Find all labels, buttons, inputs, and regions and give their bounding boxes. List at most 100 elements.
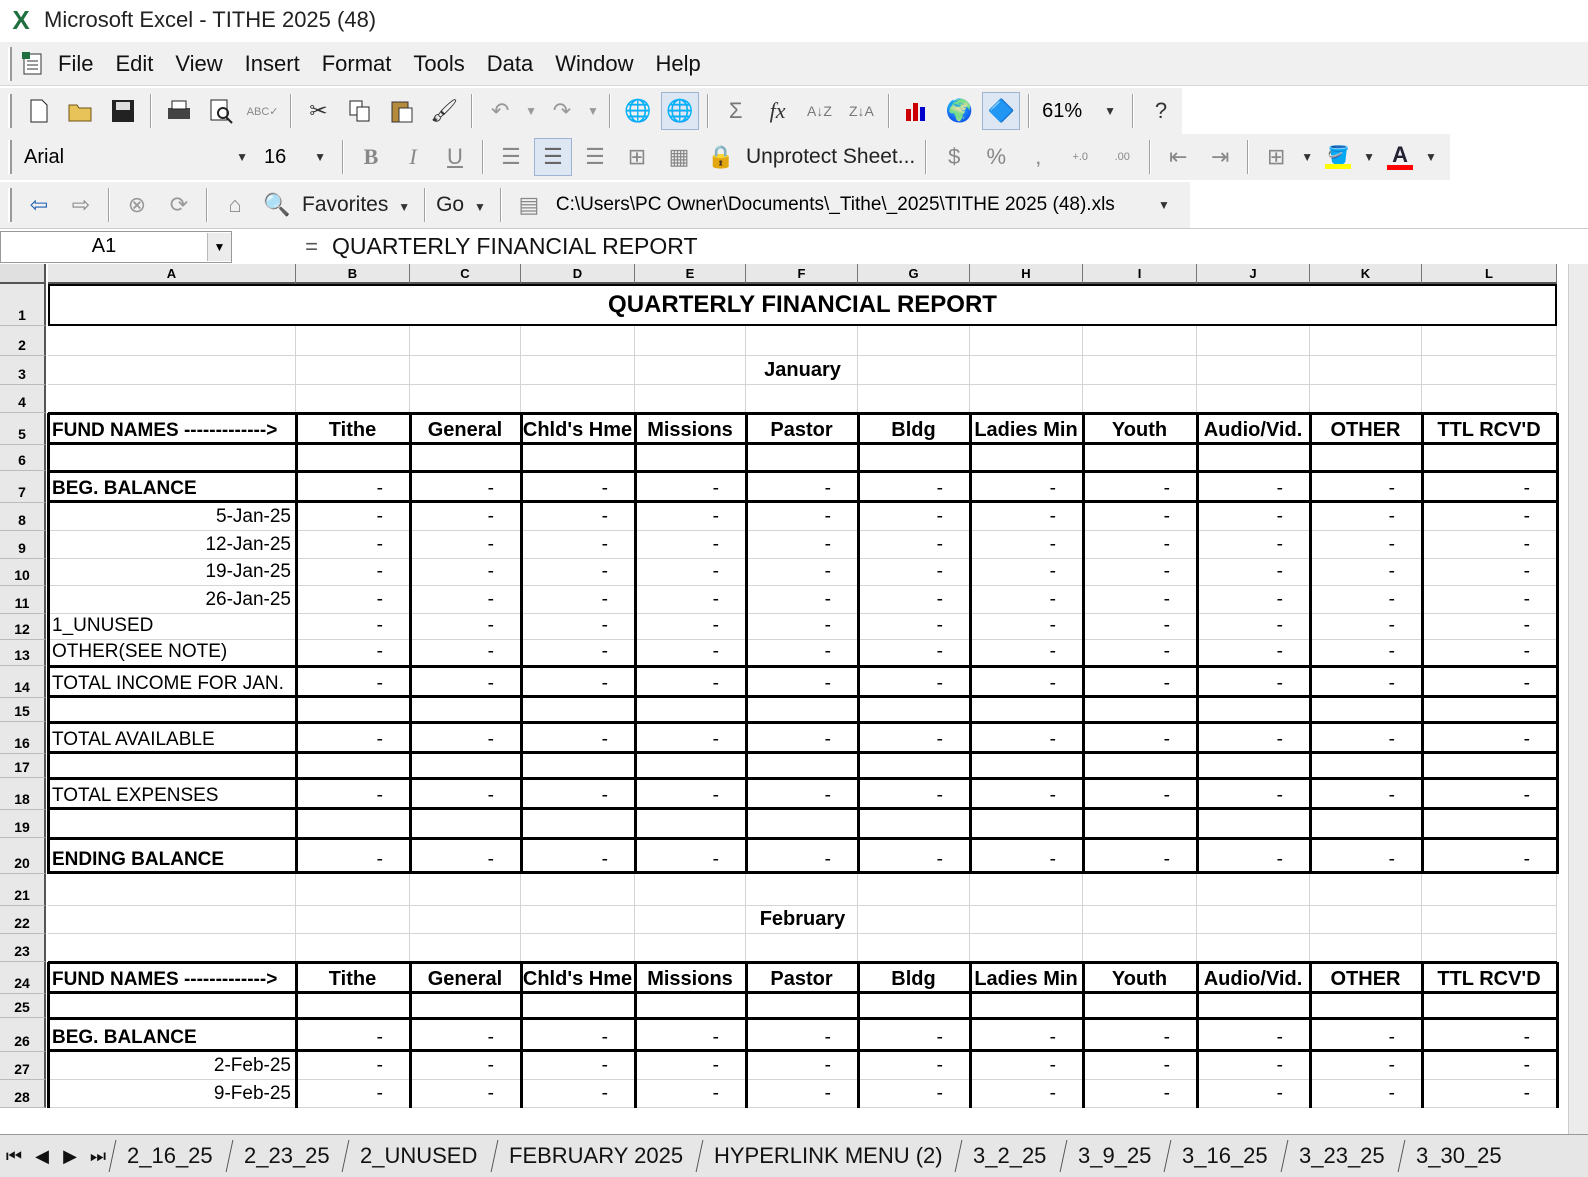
row-header[interactable]: 27	[0, 1052, 46, 1080]
undo-dropdown-icon[interactable]: ▼	[525, 104, 537, 118]
date-cell[interactable]: 5-Jan-25	[48, 503, 296, 531]
fund-header[interactable]: Audio/Vid.	[1197, 962, 1310, 994]
value-cell[interactable]: -	[521, 640, 635, 666]
value-cell[interactable]: -	[746, 666, 858, 698]
value-cell[interactable]: -	[635, 778, 746, 810]
copy-icon[interactable]	[341, 92, 379, 130]
menu-format[interactable]: Format	[320, 49, 394, 79]
value-cell[interactable]: -	[1310, 778, 1422, 810]
refresh-icon[interactable]: ⟳	[160, 186, 198, 224]
sort-descending-icon[interactable]: Z↓A	[842, 92, 880, 130]
value-cell[interactable]: -	[635, 722, 746, 754]
row-header[interactable]: 11	[0, 586, 46, 614]
value-cell[interactable]: -	[1197, 503, 1310, 531]
sheet-tab[interactable]: FEBRUARY 2025	[490, 1140, 701, 1172]
row-header[interactable]: 2	[0, 326, 46, 356]
value-cell[interactable]: -	[1310, 722, 1422, 754]
value-cell[interactable]: -	[296, 1052, 410, 1080]
first-sheet-icon[interactable]: ⏮	[0, 1141, 28, 1171]
cell[interactable]	[1083, 754, 1197, 778]
value-cell[interactable]: -	[970, 778, 1083, 810]
go-menu[interactable]: Go ▼	[432, 193, 494, 217]
cell[interactable]	[521, 874, 635, 906]
value-cell[interactable]: -	[1197, 778, 1310, 810]
total-available-label[interactable]: TOTAL AVAILABLE	[48, 722, 296, 754]
value-cell[interactable]: -	[1310, 586, 1422, 614]
value-cell[interactable]: -	[858, 1080, 970, 1108]
sheet-tab[interactable]: HYPERLINK MENU (2)	[695, 1140, 960, 1172]
cell[interactable]	[48, 698, 296, 722]
month-label[interactable]: February	[48, 906, 1557, 934]
cell[interactable]	[296, 698, 410, 722]
cell[interactable]	[521, 385, 635, 413]
cell[interactable]	[48, 994, 296, 1018]
cell[interactable]	[858, 810, 970, 838]
row-header[interactable]: 14	[0, 666, 46, 698]
value-cell[interactable]: -	[410, 586, 521, 614]
value-cell[interactable]: -	[746, 838, 858, 874]
fund-header[interactable]: OTHER	[1310, 962, 1422, 994]
menu-window[interactable]: Window	[553, 49, 635, 79]
cell[interactable]	[410, 445, 521, 471]
fund-header[interactable]: FUND NAMES ------------->	[48, 962, 296, 994]
chevron-down-icon[interactable]: ▼	[1104, 104, 1116, 118]
value-cell[interactable]: -	[635, 640, 746, 666]
cell[interactable]	[1422, 934, 1557, 962]
value-cell[interactable]: -	[1310, 1080, 1422, 1108]
value-cell[interactable]: -	[970, 838, 1083, 874]
cell[interactable]	[1083, 874, 1197, 906]
cell[interactable]	[858, 874, 970, 906]
fund-header[interactable]: Bldg	[858, 962, 970, 994]
value-cell[interactable]: -	[296, 471, 410, 503]
value-cell[interactable]: -	[1422, 1018, 1557, 1052]
font-color-icon[interactable]: A	[1381, 138, 1419, 176]
value-cell[interactable]: -	[1197, 1052, 1310, 1080]
date-cell[interactable]: 26-Jan-25	[48, 586, 296, 614]
value-cell[interactable]: -	[970, 1018, 1083, 1052]
value-cell[interactable]: -	[746, 531, 858, 559]
drawing-icon[interactable]: 🔷	[982, 92, 1021, 130]
value-cell[interactable]: -	[410, 838, 521, 874]
value-cell[interactable]: -	[1197, 471, 1310, 503]
row-header[interactable]: 16	[0, 722, 46, 754]
fund-header[interactable]: Youth	[1083, 962, 1197, 994]
decrease-decimal-icon[interactable]: .00	[1103, 138, 1141, 176]
lock-icon[interactable]: 🔒	[702, 138, 740, 176]
value-cell[interactable]: -	[1422, 586, 1557, 614]
sheet-tab[interactable]: 3_16_25	[1163, 1140, 1286, 1172]
print-icon[interactable]	[160, 92, 198, 130]
value-cell[interactable]: -	[970, 503, 1083, 531]
value-cell[interactable]: -	[1197, 531, 1310, 559]
cell[interactable]	[1310, 754, 1422, 778]
value-cell[interactable]: -	[521, 778, 635, 810]
cell[interactable]	[48, 445, 296, 471]
value-cell[interactable]: -	[858, 838, 970, 874]
cell[interactable]	[635, 698, 746, 722]
cell[interactable]	[1310, 874, 1422, 906]
value-cell[interactable]: -	[746, 614, 858, 640]
font-size-select[interactable]: 16 ▼	[258, 140, 336, 174]
chevron-down-icon[interactable]: ▼	[314, 150, 326, 164]
value-cell[interactable]: -	[1083, 559, 1197, 586]
fund-header[interactable]: General	[410, 413, 521, 445]
value-cell[interactable]: -	[858, 1052, 970, 1080]
cell[interactable]	[296, 994, 410, 1018]
beg-balance-label[interactable]: BEG. BALANCE	[48, 1018, 296, 1052]
cell[interactable]	[1310, 698, 1422, 722]
search-web-icon[interactable]: 🔍	[258, 186, 296, 224]
underline-icon[interactable]: U	[436, 138, 474, 176]
row-header[interactable]: 9	[0, 531, 46, 559]
cell[interactable]	[410, 810, 521, 838]
format-painter-icon[interactable]: 🖌	[425, 92, 463, 130]
fund-header[interactable]: OTHER	[1310, 413, 1422, 445]
row-header[interactable]: 25	[0, 994, 46, 1018]
fund-header[interactable]: Audio/Vid.	[1197, 413, 1310, 445]
row-header[interactable]: 3	[0, 356, 46, 385]
value-cell[interactable]: -	[1197, 640, 1310, 666]
value-cell[interactable]: -	[521, 722, 635, 754]
align-right-icon[interactable]: ☰	[576, 138, 614, 176]
value-cell[interactable]: -	[635, 1018, 746, 1052]
formula-equals[interactable]: =	[232, 234, 332, 260]
fund-header[interactable]: TTL RCV'D	[1422, 413, 1557, 445]
cell[interactable]	[1197, 698, 1310, 722]
